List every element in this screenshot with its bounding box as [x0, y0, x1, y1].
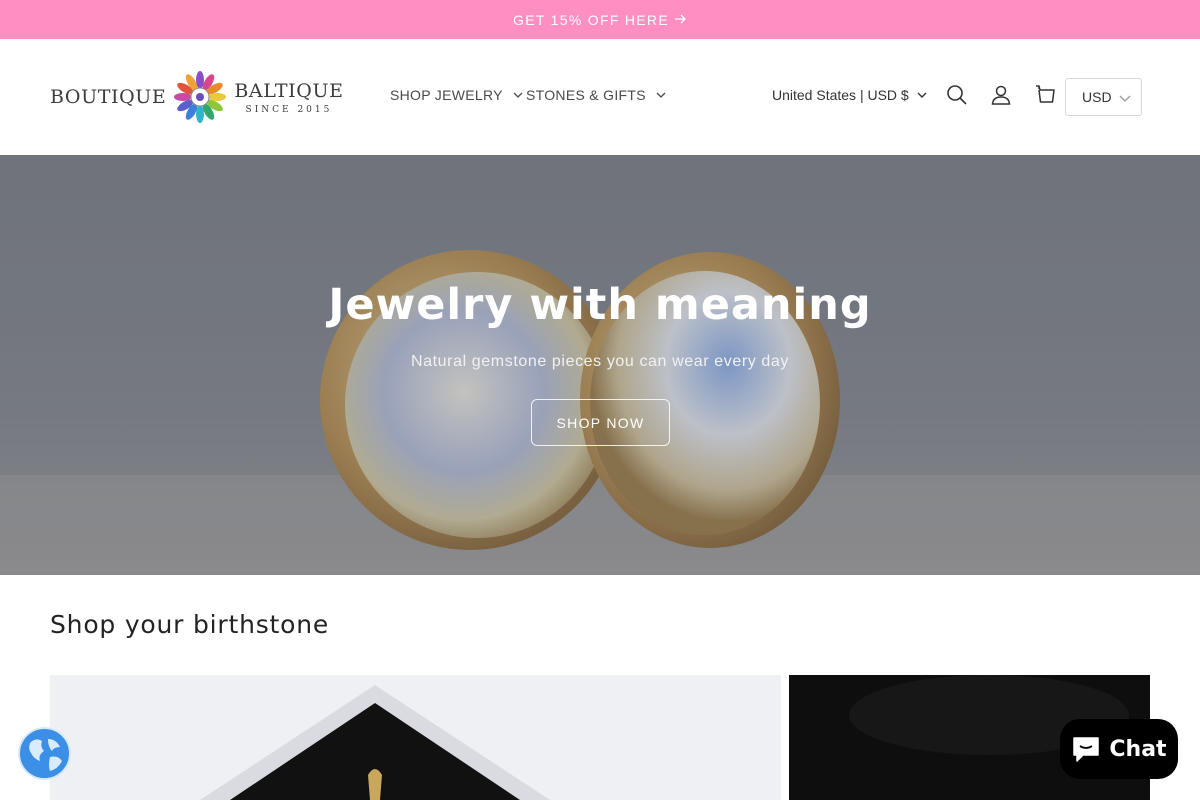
- currency-select[interactable]: USD: [1065, 78, 1142, 116]
- site-header: BOUTIQUE BALTIQUE SINCE 2015 SHOP JEWELR…: [0, 39, 1200, 155]
- globe-icon[interactable]: [18, 727, 71, 780]
- chat-button[interactable]: Chat: [1060, 719, 1178, 779]
- nav-stones-gifts[interactable]: STONES & GIFTS: [526, 87, 666, 103]
- logo-word-right: BALTIQUE: [234, 79, 344, 102]
- hero-title: Jewelry with meaning: [328, 280, 872, 330]
- nav-shop-jewelry-label: SHOP JEWELRY: [390, 87, 503, 103]
- chevron-down-icon: [513, 92, 523, 98]
- section-title-birthstone: Shop your birthstone: [50, 610, 330, 639]
- nav-shop-jewelry[interactable]: SHOP JEWELRY: [390, 87, 523, 103]
- chevron-down-icon: [917, 92, 927, 98]
- cart-icon[interactable]: [1033, 83, 1057, 107]
- nav-stones-gifts-label: STONES & GIFTS: [526, 87, 646, 103]
- country-selector-label: United States | USD $: [772, 87, 909, 103]
- account-icon[interactable]: [989, 83, 1013, 107]
- arrow-right-icon: [674, 12, 687, 27]
- chevron-down-icon: [1119, 95, 1131, 102]
- flower-logo-icon: [174, 71, 227, 123]
- hero-banner: Jewelry with meaning Natural gemstone pi…: [0, 155, 1200, 575]
- logo-since: SINCE 2015: [245, 104, 333, 115]
- announcement-bar[interactable]: GET 15% OFF HERE: [0, 0, 1200, 39]
- hero-subtitle: Natural gemstone pieces you can wear eve…: [410, 353, 789, 370]
- shop-now-button[interactable]: SHOP NOW: [531, 399, 670, 446]
- search-icon[interactable]: [945, 83, 969, 107]
- announcement-text: GET 15% OFF HERE: [513, 11, 669, 28]
- logo-word-left: BOUTIQUE: [50, 86, 167, 108]
- currency-value: USD: [1082, 89, 1112, 105]
- birthstone-card-image: [50, 675, 781, 800]
- birthstone-card[interactable]: [50, 675, 781, 800]
- country-selector[interactable]: United States | USD $: [772, 87, 927, 103]
- logo[interactable]: BOUTIQUE BALTIQUE SINCE 2015: [50, 67, 350, 127]
- chat-bubble-icon: [1073, 737, 1100, 762]
- chat-label: Chat: [1109, 736, 1167, 762]
- chevron-down-icon: [656, 92, 666, 98]
